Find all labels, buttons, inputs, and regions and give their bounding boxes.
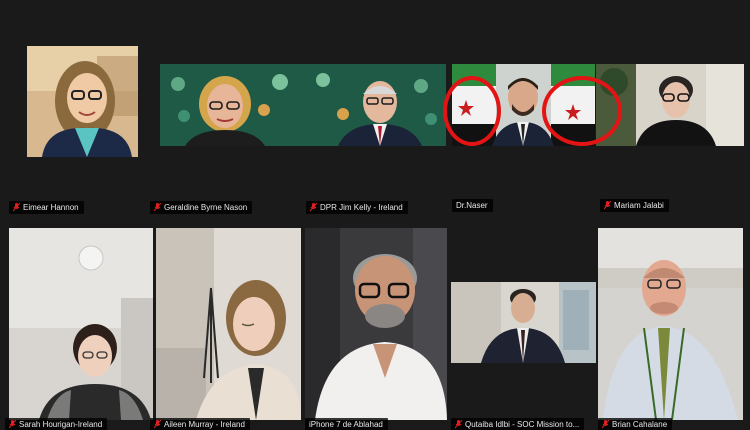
participant-name: DPR Jim Kelly - Ireland bbox=[320, 203, 403, 212]
mic-muted-icon bbox=[12, 202, 21, 212]
participant-name: Eimear Hannon bbox=[23, 203, 79, 212]
mic-muted-icon bbox=[153, 419, 162, 429]
flag-highlight-circle-left bbox=[443, 76, 501, 146]
participant-name-tag: Qutaiba Idlbi - SOC Mission to... bbox=[451, 418, 585, 430]
participant-name: Mariam Jalabi bbox=[614, 201, 664, 210]
participant-name: Brian Cahalane bbox=[612, 420, 668, 429]
participant-name: iPhone 7 de Ablahad bbox=[309, 420, 383, 429]
participant-name: Geraldine Byrne Nason bbox=[164, 203, 248, 212]
mic-muted-icon bbox=[153, 202, 162, 212]
participant-video bbox=[160, 64, 303, 146]
participant-video bbox=[27, 46, 138, 157]
video-tile-qutaiba-idlbi[interactable] bbox=[451, 282, 596, 363]
participant-video bbox=[156, 228, 301, 420]
participant-name-tag: Aileen Murray - Ireland bbox=[150, 418, 250, 430]
video-call-gallery: Eimear Hannon Geraldine Byrne Nason DPR … bbox=[0, 0, 750, 430]
video-tile-iphone-7-de-ablahad[interactable] bbox=[305, 228, 447, 420]
mic-muted-icon bbox=[309, 202, 318, 212]
mic-muted-icon bbox=[8, 419, 17, 429]
participant-video bbox=[598, 228, 743, 420]
participant-name-tag: Mariam Jalabi bbox=[600, 199, 669, 212]
video-tile-brian-cahalane[interactable] bbox=[598, 228, 743, 420]
participant-name: Aileen Murray - Ireland bbox=[164, 420, 245, 429]
participant-name-tag: Dr.Naser bbox=[452, 199, 493, 212]
participant-name-tag: Eimear Hannon bbox=[9, 201, 84, 214]
video-tile-aileen-murray[interactable] bbox=[156, 228, 301, 420]
participant-video bbox=[9, 228, 153, 420]
mic-muted-icon bbox=[601, 419, 610, 429]
participant-name-tag: iPhone 7 de Ablahad bbox=[305, 418, 388, 430]
participant-video bbox=[303, 64, 446, 146]
mic-muted-icon bbox=[603, 200, 612, 210]
participant-video bbox=[451, 282, 596, 363]
participant-name-tag: DPR Jim Kelly - Ireland bbox=[306, 201, 408, 214]
flag-highlight-circle-right bbox=[542, 76, 622, 146]
participant-name: Qutaiba Idlbi - SOC Mission to... bbox=[465, 420, 580, 429]
video-tile-sarah-hourigan[interactable] bbox=[9, 228, 153, 420]
participant-name: Dr.Naser bbox=[456, 201, 488, 210]
video-tile-dpr-jim-kelly[interactable] bbox=[303, 64, 446, 146]
participant-name-tag: Sarah Hourigan-Ireland bbox=[5, 418, 108, 430]
participant-name-tag: Geraldine Byrne Nason bbox=[150, 201, 253, 214]
mic-muted-icon bbox=[454, 419, 463, 429]
video-tile-geraldine-byrne-nason[interactable] bbox=[160, 64, 303, 146]
participant-video bbox=[305, 228, 447, 420]
video-tile-eimear-hannon[interactable] bbox=[27, 46, 138, 157]
participant-name: Sarah Hourigan-Ireland bbox=[19, 420, 103, 429]
participant-name-tag: Brian Cahalane bbox=[598, 418, 673, 430]
